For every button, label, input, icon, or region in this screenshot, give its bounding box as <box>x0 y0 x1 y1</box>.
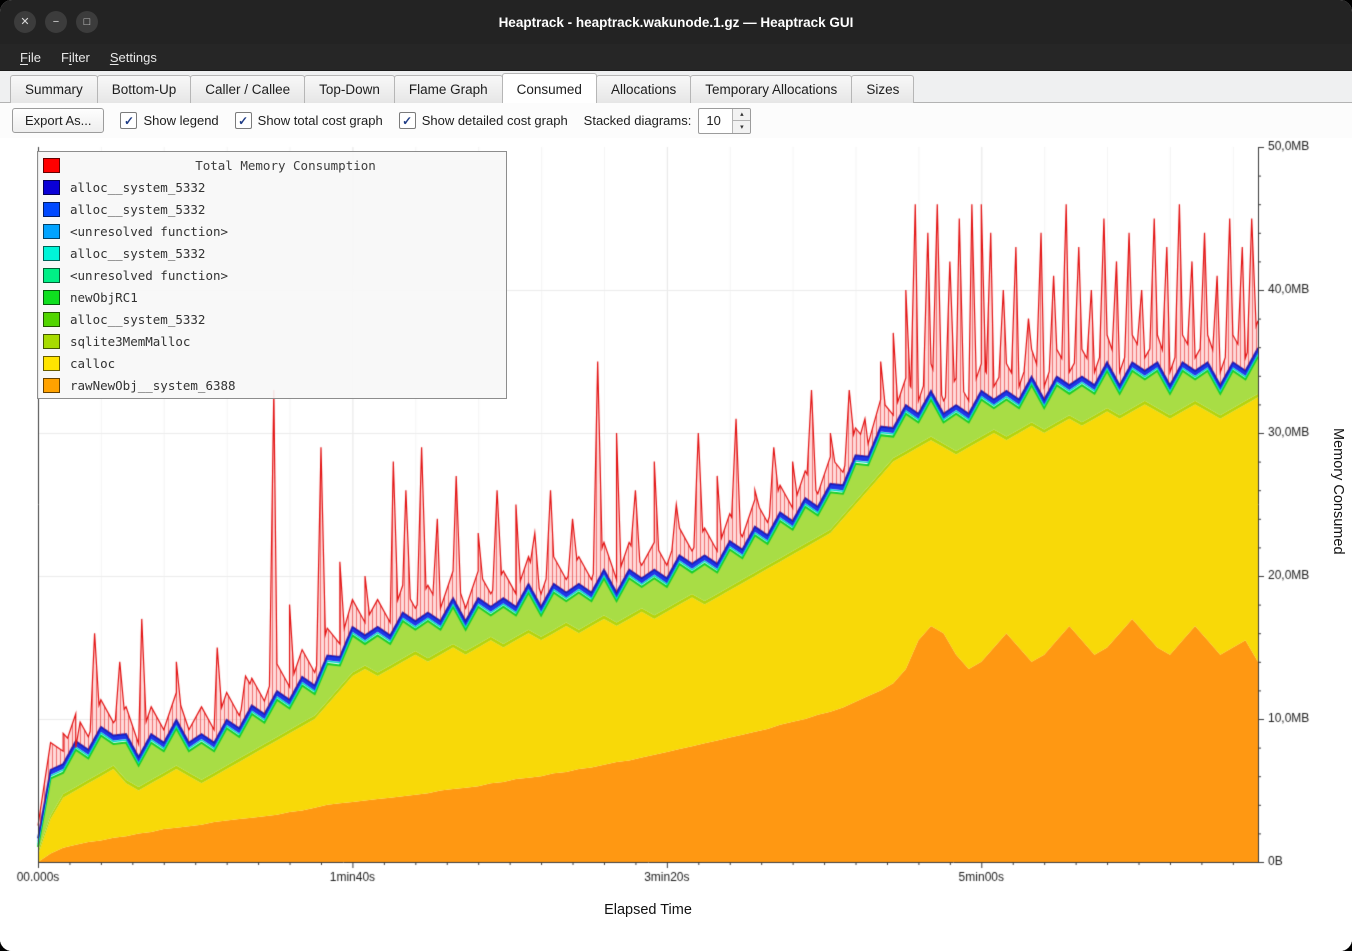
tab-top-down[interactable]: Top-Down <box>304 75 395 103</box>
spin-down-button[interactable]: ▾ <box>733 120 750 133</box>
legend-label: alloc__system_5332 <box>70 180 205 195</box>
legend-label: sqlite3MemMalloc <box>70 334 190 349</box>
show-total-cost-checkbox[interactable]: ✓ Show total cost graph <box>235 112 383 129</box>
legend-swatch <box>43 268 60 283</box>
toolbar: Export As... ✓ Show legend ✓ Show total … <box>0 103 1352 138</box>
tab-consumed[interactable]: Consumed <box>502 73 597 103</box>
maximize-icon: □ <box>84 17 91 28</box>
legend-label: alloc__system_5332 <box>70 312 205 327</box>
legend-title: Total Memory Consumption <box>70 158 501 173</box>
legend-label: rawNewObj__system_6388 <box>70 378 236 393</box>
show-total-cost-label: Show total cost graph <box>258 113 383 128</box>
legend-label: alloc__system_5332 <box>70 202 205 217</box>
checkbox-check-icon: ✓ <box>399 112 416 129</box>
tab-flame-graph[interactable]: Flame Graph <box>394 75 503 103</box>
stacked-diagrams-control: Stacked diagrams: 10 ▴ ▾ <box>584 108 752 134</box>
legend-swatch-total <box>43 158 60 173</box>
tab-bottom-up[interactable]: Bottom-Up <box>97 75 192 103</box>
legend-swatch <box>43 334 60 349</box>
legend-swatch <box>43 290 60 305</box>
legend-item: <unresolved function> <box>38 264 506 286</box>
stacked-diagrams-label: Stacked diagrams: <box>584 113 692 128</box>
legend-label: <unresolved function> <box>70 224 228 239</box>
tab-bar: Summary Bottom-Up Caller / Callee Top-Do… <box>0 71 1352 103</box>
legend-swatch <box>43 356 60 371</box>
legend-swatch <box>43 180 60 195</box>
checkbox-check-icon: ✓ <box>120 112 137 129</box>
legend-swatch <box>43 246 60 261</box>
memory-chart-area: Total Memory Consumption alloc__system_5… <box>0 138 1352 951</box>
close-button[interactable]: ✕ <box>14 11 36 33</box>
tab-summary[interactable]: Summary <box>10 75 98 103</box>
legend-item: newObjRC1 <box>38 286 506 308</box>
legend-label: newObjRC1 <box>70 290 138 305</box>
minimize-icon: − <box>53 17 59 28</box>
close-icon: ✕ <box>20 17 29 28</box>
spin-up-icon: ▴ <box>740 110 744 118</box>
spin-down-icon: ▾ <box>740 123 744 131</box>
show-detailed-cost-checkbox[interactable]: ✓ Show detailed cost graph <box>399 112 568 129</box>
legend-swatch <box>43 224 60 239</box>
legend-item: alloc__system_5332 <box>38 198 506 220</box>
menu-bar: File Filter Settings <box>0 44 1352 71</box>
tab-temporary-allocations[interactable]: Temporary Allocations <box>690 75 852 103</box>
show-legend-checkbox[interactable]: ✓ Show legend <box>120 112 218 129</box>
title-bar: ✕ − □ Heaptrack - heaptrack.wakunode.1.g… <box>0 0 1352 44</box>
tab-allocations[interactable]: Allocations <box>596 75 691 103</box>
window-title: Heaptrack - heaptrack.wakunode.1.gz — He… <box>0 15 1352 30</box>
stacked-diagrams-value[interactable]: 10 <box>699 109 732 133</box>
menu-settings[interactable]: Settings <box>100 47 167 68</box>
checkbox-check-icon: ✓ <box>235 112 252 129</box>
stacked-diagrams-spinbox[interactable]: 10 ▴ ▾ <box>698 108 751 134</box>
legend-item: alloc__system_5332 <box>38 242 506 264</box>
window-controls: ✕ − □ <box>14 11 98 33</box>
spin-up-button[interactable]: ▴ <box>733 109 750 121</box>
legend-item: <unresolved function> <box>38 220 506 242</box>
legend-swatch <box>43 378 60 393</box>
show-legend-label: Show legend <box>143 113 218 128</box>
legend-label: <unresolved function> <box>70 268 228 283</box>
minimize-button[interactable]: − <box>45 11 67 33</box>
tab-caller-callee[interactable]: Caller / Callee <box>190 75 305 103</box>
legend-item: calloc <box>38 352 506 374</box>
x-axis-title: Elapsed Time <box>38 902 1258 918</box>
maximize-button[interactable]: □ <box>76 11 98 33</box>
export-as-button[interactable]: Export As... <box>12 108 104 133</box>
legend-item: sqlite3MemMalloc <box>38 330 506 352</box>
legend-item: alloc__system_5332 <box>38 308 506 330</box>
legend-swatch <box>43 312 60 327</box>
legend-item: rawNewObj__system_6388 <box>38 374 506 396</box>
legend-title-row: Total Memory Consumption <box>38 154 506 176</box>
legend-label: alloc__system_5332 <box>70 246 205 261</box>
legend-item: alloc__system_5332 <box>38 176 506 198</box>
tab-sizes[interactable]: Sizes <box>851 75 914 103</box>
y-axis-title: Memory Consumed <box>1330 428 1346 555</box>
legend-swatch <box>43 202 60 217</box>
show-detailed-cost-label: Show detailed cost graph <box>422 113 568 128</box>
menu-filter[interactable]: Filter <box>51 47 100 68</box>
menu-file[interactable]: File <box>10 47 51 68</box>
chart-legend: Total Memory Consumption alloc__system_5… <box>37 151 507 399</box>
legend-label: calloc <box>70 356 115 371</box>
app-window: ✕ − □ Heaptrack - heaptrack.wakunode.1.g… <box>0 0 1352 951</box>
